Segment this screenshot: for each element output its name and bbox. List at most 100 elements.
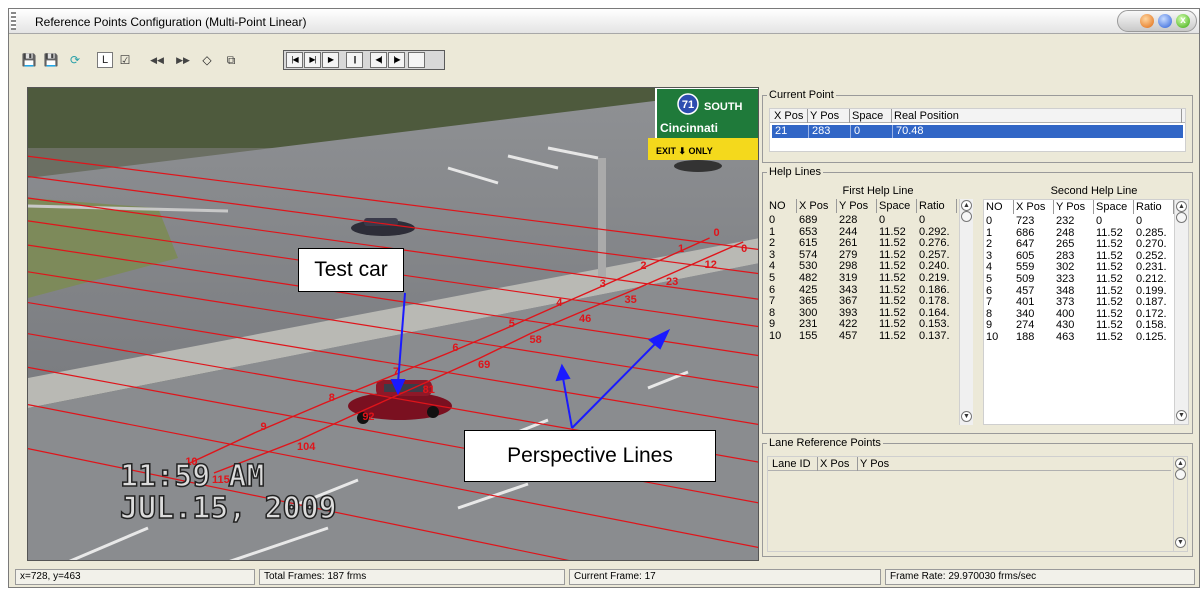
save-as-icon[interactable]: 💾 [43,52,59,68]
status-bar: x=728, y=463 Total Frames: 187 frms Curr… [9,566,1199,588]
second-header-ratio[interactable]: Ratio [1134,200,1174,214]
step-back-button[interactable]: ◀| [370,52,387,68]
current-point-row[interactable]: 21 283 0 70.48 [772,125,1183,138]
pause-button[interactable]: || [346,52,363,68]
save-icon[interactable]: 💾 [21,52,37,68]
header-space[interactable]: Space [850,109,892,123]
header-xpos[interactable]: X Pos [772,109,808,123]
status-coords: x=728, y=463 [15,569,255,585]
header-real-position[interactable]: Real Position [892,109,1182,123]
scroll-thumb[interactable] [1175,469,1186,480]
table-cell: 7 [769,295,776,308]
scroll-thumb[interactable] [961,211,972,222]
table-cell: 323 [1056,272,1075,285]
cell-xpos: 21 [775,125,788,137]
table-row[interactable]: 7 401 373 11.52 0.187. [986,297,1174,309]
scroll-thumb[interactable] [1176,212,1187,223]
sign-city: Cincinnati [660,121,718,135]
first-header-row: NO X Pos Y Pos Space Ratio [767,199,957,213]
video-frame[interactable]: 71 SOUTH Cincinnati EXIT ⬇ ONLY 00112223… [28,88,759,561]
table-cell: 5 [769,271,776,284]
player-controls: |◀ ▶| ▶ || ◀| |▶ [283,50,445,70]
table-row[interactable]: 5 482 319 11.52 0.219. [769,271,957,285]
video-view[interactable]: 71 SOUTH Cincinnati EXIT ⬇ ONLY 0 0 1 12… [27,87,759,561]
header-ypos[interactable]: Y Pos [808,109,850,123]
table-row[interactable]: 0 723 232 0 0 [986,215,1174,228]
table-cell: 10 [769,329,782,342]
scroll-down-icon[interactable]: ▼ [961,411,972,422]
marker-value-label: 35 [624,294,636,306]
lane-reference-legend: Lane Reference Points [767,437,883,449]
scroll-up-icon[interactable]: ▲ [1175,458,1186,469]
second-header-space[interactable]: Space [1094,200,1134,214]
scroll-down-icon[interactable]: ▼ [1175,537,1186,548]
first-header-space[interactable]: Space [877,199,917,213]
first-header-ypos[interactable]: Y Pos [837,199,877,213]
sign-route: 71 [682,99,694,111]
checkbox-icon[interactable]: ☑ [117,52,133,68]
marker-value-label: 69 [478,359,490,371]
close-button[interactable]: x [1176,14,1190,28]
help-lines-panel: Help Lines First Help Line Second Help L… [762,166,1193,434]
table-cell: 723 [1016,215,1035,227]
second-help-line-rows: 0 723 232 0 0 1 686 248 11.52 0.285. 2 647 265 11.52 0… [986,215,1174,344]
table-row[interactable]: 5 509 323 11.52 0.212. [986,272,1174,286]
header-lane-ypos[interactable]: Y Pos [858,457,898,471]
table-row[interactable]: 10 155 457 11.52 0.137. [769,329,957,343]
marker-value-label: 23 [666,276,678,288]
first-table-scrollbar[interactable]: ▲ ▼ [959,199,973,425]
lane-table-scrollbar[interactable]: ▲ ▼ [1173,457,1187,551]
table-cell: 0 [1096,215,1103,227]
second-header-no[interactable]: NO [984,200,1014,214]
stop-button[interactable] [408,52,425,68]
help-lines-legend: Help Lines [767,166,823,178]
copy-icon[interactable]: ⧉ [223,52,239,68]
marker-value-label: 12 [705,259,717,271]
step-forward-end-button[interactable]: ▶| [304,52,321,68]
minimize-button[interactable] [1140,14,1154,28]
window-grip-icon[interactable] [11,12,16,30]
header-lane-xpos[interactable]: X Pos [818,457,858,471]
table-row[interactable]: 0 689 228 0 0 [769,214,957,227]
table-cell: 0 [769,214,776,226]
table-row[interactable]: 7 365 367 11.52 0.178. [769,296,957,308]
marker-value-label: 0 [741,243,747,255]
line-tool-icon[interactable]: L [97,52,113,68]
diamond-icon[interactable]: ◇ [199,52,215,68]
header-lane-id[interactable]: Lane ID [770,457,818,471]
scroll-up-icon[interactable]: ▲ [961,200,972,211]
second-table-scrollbar[interactable]: ▲ ▼ [1174,200,1188,424]
cell-real-position: 70.48 [892,125,1182,138]
marker-value-label: 81 [423,384,435,396]
play-button[interactable]: ▶ [322,52,339,68]
marker-index-label: 8 [329,392,335,404]
table-cell: 0 [1136,215,1143,227]
marker-index-label: 2 [640,260,646,272]
scroll-down-icon[interactable]: ▼ [1176,410,1187,421]
table-cell: 0 [919,214,926,226]
lane-reference-panel: Lane Reference Points Lane ID X Pos Y Po… [762,437,1193,557]
window-title: Reference Points Configuration (Multi-Po… [35,15,307,29]
first-header-ratio[interactable]: Ratio [917,199,957,213]
fast-forward-icon[interactable]: ▶▶ [175,52,191,68]
second-header-xpos[interactable]: X Pos [1014,200,1054,214]
table-cell: 0.178. [919,295,950,308]
maximize-button[interactable] [1158,14,1172,28]
first-frame-button[interactable]: |◀ [286,52,303,68]
second-header-ypos[interactable]: Y Pos [1054,200,1094,214]
first-help-line-rows: 0 689 228 0 0 1 653 244 11.52 0.292. 2 615 261 11.52 0… [769,214,957,343]
first-header-xpos[interactable]: X Pos [797,199,837,213]
scroll-up-icon[interactable]: ▲ [1176,201,1187,212]
table-cell: 188 [1016,330,1035,343]
table-row[interactable]: 10 188 463 11.52 0.125. [986,330,1174,344]
table-cell: 11.52 [879,295,906,308]
timestamp-time: 11:59 AM [120,459,265,494]
rewind-icon[interactable]: ◀◀ [149,52,165,68]
table-cell: 7 [986,296,993,309]
status-current-frame: Current Frame: 17 [569,569,881,585]
refresh-icon[interactable]: ⟳ [67,52,83,68]
last-frame-button[interactable]: |▶ [388,52,405,68]
table-cell: 689 [799,214,818,226]
table-cell: 457 [839,329,858,342]
first-header-no[interactable]: NO [767,199,797,213]
